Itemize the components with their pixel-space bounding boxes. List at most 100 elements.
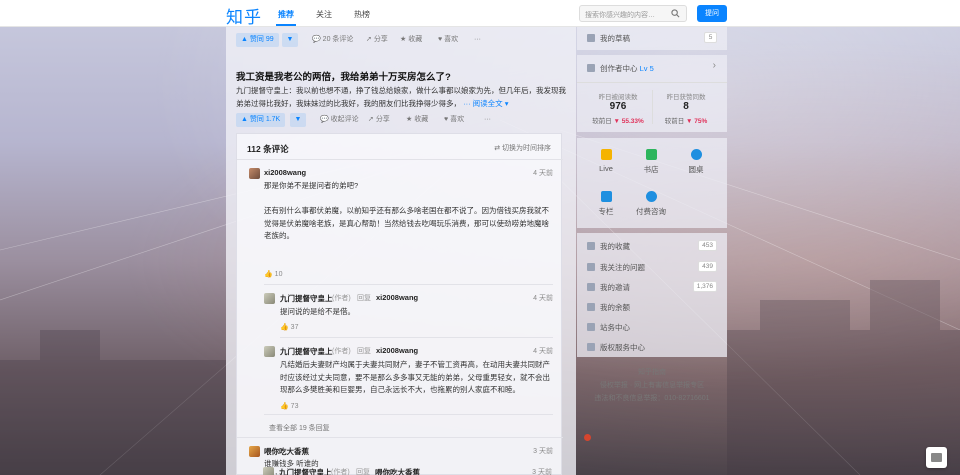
divider bbox=[264, 284, 553, 285]
followed-questions-label: 我关注的问题 bbox=[600, 263, 645, 272]
like-button[interactable]: ♥ 喜欢 bbox=[444, 113, 464, 127]
copyright-center-label: 版权服务中心 bbox=[600, 343, 645, 352]
question-title[interactable]: 我工资是我老公的两倍，我给弟弟十万买房怎么了? bbox=[236, 69, 451, 83]
more-button[interactable]: ··· bbox=[474, 33, 481, 47]
reply-target[interactable]: xi2008wang bbox=[376, 346, 418, 355]
my-invites-link[interactable]: 我的邀请 bbox=[587, 282, 630, 293]
upvote-button[interactable]: ▲ 赞同 1.7K bbox=[236, 113, 286, 127]
comment-time: 3 天前 bbox=[533, 448, 553, 455]
share-button[interactable]: ➚ 分享 bbox=[368, 113, 390, 127]
my-balance-link[interactable]: 我的余额 bbox=[587, 302, 630, 313]
share-button[interactable]: ➚ 分享 bbox=[366, 33, 388, 47]
view-all-replies-link[interactable]: 查看全部 19 条回复 bbox=[269, 423, 330, 433]
comment-author[interactable]: xi2008wang bbox=[264, 168, 306, 177]
collapse-comments-button[interactable]: 💬 收起评论 bbox=[320, 113, 359, 127]
features-card: Live 书店 圆桌 专栏 付费咨询 bbox=[577, 138, 727, 228]
avatar[interactable] bbox=[263, 467, 274, 475]
like-button[interactable]: ♥ 喜欢 bbox=[438, 33, 458, 47]
my-favorites-label: 我的收藏 bbox=[600, 242, 630, 251]
nav-recommend[interactable]: 推荐 bbox=[278, 9, 294, 20]
search-input[interactable]: 搜索你感兴趣的内容… bbox=[579, 5, 687, 22]
bookstore-label: 书店 bbox=[643, 165, 659, 174]
comment-like-button[interactable]: 👍 10 bbox=[264, 270, 282, 278]
more-button[interactable]: ··· bbox=[484, 113, 491, 127]
nav-active-indicator bbox=[276, 24, 296, 26]
live-label: Live bbox=[599, 164, 613, 173]
search-icon[interactable] bbox=[671, 9, 680, 18]
reply-label: 回复 bbox=[357, 295, 371, 302]
stat-vote-compare: 较前日 ▼ 75% bbox=[651, 115, 721, 125]
roundtable-label: 圆桌 bbox=[688, 165, 704, 174]
roundtable-icon bbox=[690, 149, 702, 160]
author-tag: (作者) bbox=[332, 348, 351, 355]
drafts-link[interactable]: 我的草稿 bbox=[587, 33, 630, 44]
copyright-icon bbox=[587, 343, 595, 351]
comments-count: 112 条评论 bbox=[247, 144, 289, 154]
stat-vote-change: ▼ 75% bbox=[686, 118, 708, 125]
my-favorites-link[interactable]: 我的收藏 bbox=[587, 241, 630, 252]
upvote-button[interactable]: ▲ 赞同 99 bbox=[236, 33, 279, 47]
divider bbox=[237, 159, 563, 160]
column-label: 专栏 bbox=[598, 207, 614, 216]
comment-time: 4 天前 bbox=[533, 348, 553, 355]
reply-target[interactable]: 喂你吃大香蕉 bbox=[375, 467, 420, 475]
answer-excerpt[interactable]: 九门提督守皇上：我以前也想不通，挣了钱总给娘家，做什么事都以娘家为先，但几年后，… bbox=[236, 85, 566, 110]
search-placeholder: 搜索你感兴趣的内容… bbox=[585, 12, 655, 19]
reply-target[interactable]: xi2008wang bbox=[376, 293, 418, 302]
footer-report-link[interactable]: 侵权举报 · 网上有害信息举报专区 bbox=[577, 380, 727, 390]
nav-hot[interactable]: 热榜 bbox=[354, 9, 370, 20]
creator-level: Lv 5 bbox=[639, 64, 654, 73]
roundtable-tile[interactable]: 圆桌 bbox=[674, 149, 718, 175]
comment-author[interactable]: 九门提督守皇上 bbox=[280, 346, 333, 357]
followed-questions-link[interactable]: 我关注的问题 bbox=[587, 262, 645, 273]
nav-follow[interactable]: 关注 bbox=[316, 9, 332, 20]
site-icon bbox=[587, 323, 595, 331]
site-center-link[interactable]: 站务中心 bbox=[587, 322, 630, 333]
book-icon bbox=[645, 149, 657, 160]
zhihu-logo[interactable]: 知乎 bbox=[226, 3, 262, 28]
stat-read-compare-label: 较前日 bbox=[592, 118, 612, 125]
ask-button[interactable]: 提问 bbox=[697, 5, 727, 22]
thumb-up-icon: 👍 bbox=[280, 403, 289, 410]
favorite-button[interactable]: ★ 收藏 bbox=[406, 113, 428, 127]
stat-vote-compare-label: 较前日 bbox=[664, 118, 685, 125]
downvote-button[interactable]: ▼ bbox=[290, 113, 306, 127]
read-more-button[interactable]: ··· 阅读全文 ▾ bbox=[463, 99, 508, 108]
drafts-label: 我的草稿 bbox=[600, 34, 630, 43]
reply-label: 回复 bbox=[357, 348, 371, 355]
drafts-card[interactable]: 我的草稿 5 bbox=[577, 27, 727, 50]
stat-vote-value: 8 bbox=[683, 101, 689, 112]
divider bbox=[237, 437, 563, 438]
like-label: 喜欢 bbox=[444, 36, 459, 43]
creator-icon bbox=[587, 64, 595, 72]
paid-consult-tile[interactable]: 付费咨询 bbox=[629, 191, 673, 217]
favorite-label: 收藏 bbox=[414, 116, 429, 123]
comments-button[interactable]: 💬 20 条评论 bbox=[312, 33, 353, 47]
comments-label: 20 条评论 bbox=[322, 36, 354, 43]
creator-center-link[interactable]: 创作者中心 Lv 5 bbox=[587, 63, 654, 74]
avatar[interactable] bbox=[264, 346, 275, 357]
comment-like-button[interactable]: 👍 73 bbox=[280, 402, 298, 410]
comment-author[interactable]: 九门提督守皇上 bbox=[279, 467, 332, 475]
read-more-label: ··· 阅读全文 bbox=[463, 98, 503, 108]
quick-links-card: 我的收藏 453 我关注的问题 439 我的邀请 1,376 我的余额 站务中心… bbox=[577, 233, 727, 357]
avatar[interactable] bbox=[249, 446, 260, 457]
divider bbox=[280, 337, 553, 338]
avatar[interactable] bbox=[249, 168, 260, 179]
float-action-button[interactable] bbox=[926, 447, 947, 468]
avatar[interactable] bbox=[264, 293, 275, 304]
comment-author[interactable]: 九门提督守皇上 bbox=[280, 293, 333, 304]
comment-like-button[interactable]: 👍 37 bbox=[280, 323, 298, 331]
copyright-center-link[interactable]: 版权服务中心 bbox=[587, 342, 645, 353]
favorite-button[interactable]: ★ 收藏 bbox=[400, 33, 422, 47]
column-tile[interactable]: 专栏 bbox=[584, 191, 628, 217]
live-tile[interactable]: Live bbox=[584, 149, 628, 173]
bookstore-tile[interactable]: 书店 bbox=[629, 149, 673, 175]
downvote-button[interactable]: ▼ bbox=[282, 33, 298, 47]
sort-toggle-button[interactable]: ⇄ 切换为时间排序 bbox=[494, 143, 551, 153]
comment-author[interactable]: 喂你吃大香蕉 bbox=[264, 446, 309, 457]
chevron-right-icon[interactable]: › bbox=[713, 60, 716, 71]
thumb-up-icon: 👍 bbox=[280, 324, 289, 331]
footer-guide-link[interactable]: 知乎指南 bbox=[577, 367, 727, 377]
creator-label: 创作者中心 bbox=[600, 64, 638, 73]
